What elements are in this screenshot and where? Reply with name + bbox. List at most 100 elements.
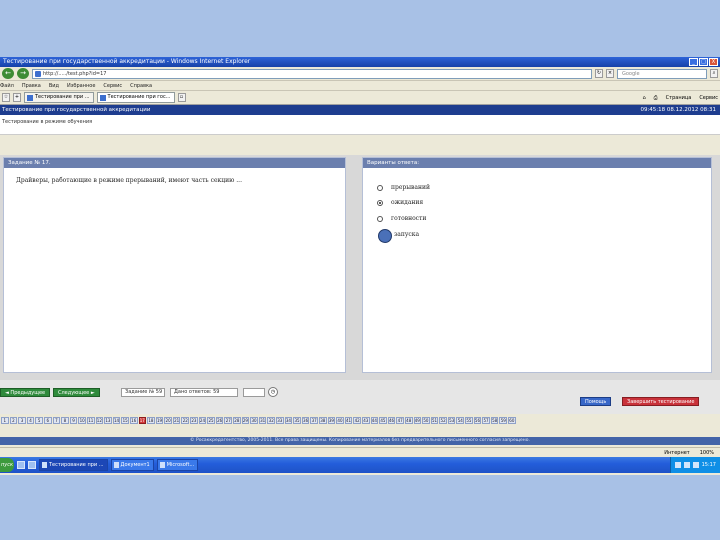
question-number-button[interactable]: 16: [129, 417, 138, 424]
start-button[interactable]: пуск: [0, 458, 14, 472]
question-number-button[interactable]: 27: [224, 417, 233, 424]
question-number-button[interactable]: 28: [233, 417, 241, 424]
question-number-button[interactable]: 46: [387, 417, 396, 424]
close-button[interactable]: X: [709, 58, 718, 66]
question-number-button[interactable]: 2: [9, 417, 18, 424]
question-number-button[interactable]: 38: [318, 417, 327, 424]
question-number-button[interactable]: 53: [447, 417, 456, 424]
question-number-button[interactable]: 12: [95, 417, 104, 424]
quicklaunch-desktop-icon[interactable]: [28, 461, 36, 469]
question-number-button[interactable]: 9: [69, 417, 78, 424]
question-number-button[interactable]: 58: [490, 417, 499, 424]
menu-favorites[interactable]: Избранное: [67, 81, 95, 90]
forward-button[interactable]: →: [17, 68, 29, 79]
menu-edit[interactable]: Правка: [22, 81, 41, 90]
question-number-button[interactable]: 19: [155, 417, 164, 424]
question-number-button[interactable]: 1: [1, 417, 9, 424]
question-number-button[interactable]: 26: [215, 417, 224, 424]
stop-icon[interactable]: ×: [606, 69, 614, 78]
menu-help[interactable]: Справка: [130, 81, 152, 90]
question-number-button[interactable]: 48: [404, 417, 413, 424]
option-1[interactable]: прерываний: [377, 184, 430, 191]
question-number-button[interactable]: 23: [190, 417, 198, 424]
question-number-button[interactable]: 56: [473, 417, 482, 424]
question-number-button[interactable]: 59: [499, 417, 508, 424]
tools-menu[interactable]: Сервис: [699, 95, 718, 101]
question-number-button[interactable]: 39: [327, 417, 336, 424]
prev-button[interactable]: ◄ Предыдущее: [0, 388, 51, 397]
option-2-radio[interactable]: [377, 199, 383, 206]
question-number-button[interactable]: 18: [147, 417, 155, 424]
question-number-button[interactable]: 45: [379, 417, 387, 424]
maximize-button[interactable]: □: [699, 58, 708, 66]
question-number-button[interactable]: 7: [52, 417, 61, 424]
question-number-button[interactable]: 30: [250, 417, 258, 424]
question-number-button[interactable]: 34: [284, 417, 293, 424]
url-input[interactable]: http://...../test.php?id=17: [32, 68, 592, 79]
question-number-button[interactable]: 24: [198, 417, 207, 424]
home-icon[interactable]: ⌂: [642, 95, 645, 101]
question-number-button[interactable]: 3: [18, 417, 26, 424]
menu-file[interactable]: Файл: [0, 81, 14, 90]
question-number-button[interactable]: 22: [181, 417, 190, 424]
menu-view[interactable]: Вид: [49, 81, 59, 90]
question-number-button[interactable]: 55: [465, 417, 473, 424]
refresh-icon[interactable]: ↻: [595, 69, 603, 78]
minimize-button[interactable]: _: [689, 58, 698, 66]
question-number-button[interactable]: 32: [267, 417, 275, 424]
help-button[interactable]: Помощь: [580, 397, 612, 406]
tab-2[interactable]: Тестирование при гос...: [96, 92, 175, 103]
question-number-button[interactable]: 54: [456, 417, 465, 424]
quicklaunch-ie-icon[interactable]: [17, 461, 25, 469]
question-number-button[interactable]: 47: [396, 417, 404, 424]
question-number-button[interactable]: 35: [293, 417, 301, 424]
question-number-button[interactable]: 42: [353, 417, 361, 424]
taskbar-item-ie[interactable]: Тестирование при ...: [39, 459, 108, 471]
next-button[interactable]: Следующее ►: [53, 388, 100, 397]
question-number-button[interactable]: 10: [78, 417, 86, 424]
question-number-button[interactable]: 57: [482, 417, 490, 424]
option-4[interactable]: запуска: [394, 231, 419, 238]
question-number-button[interactable]: 4: [26, 417, 35, 424]
tray-network-icon[interactable]: [674, 462, 681, 468]
question-number-button[interactable]: 43: [361, 417, 370, 424]
search-icon[interactable]: ⌕: [710, 69, 718, 78]
new-tab-button[interactable]: ▫: [177, 93, 186, 102]
question-number-button[interactable]: 60: [508, 417, 516, 424]
zoom-text[interactable]: 100%: [700, 448, 714, 457]
option-1-radio[interactable]: [377, 184, 383, 191]
question-number-button[interactable]: 25: [207, 417, 215, 424]
question-number-button[interactable]: 44: [370, 417, 379, 424]
question-number-button[interactable]: 13: [104, 417, 112, 424]
option-2[interactable]: ожидания: [377, 199, 423, 206]
option-3-radio[interactable]: [377, 215, 383, 222]
print-icon[interactable]: ⎙: [654, 95, 658, 101]
finish-button[interactable]: Завершить тестирование: [622, 397, 700, 406]
question-number-button[interactable]: 8: [61, 417, 69, 424]
question-number-button[interactable]: 41: [344, 417, 353, 424]
question-number-button[interactable]: 6: [43, 417, 52, 424]
question-number-button[interactable]: 36: [301, 417, 310, 424]
option-3[interactable]: готовности: [377, 215, 426, 222]
menu-tools[interactable]: Сервис: [103, 81, 122, 90]
question-number-button[interactable]: 17: [138, 417, 147, 424]
taskbar-item-doc[interactable]: Документ1: [110, 459, 154, 471]
question-number-button[interactable]: 11: [86, 417, 95, 424]
taskbar-item-ms[interactable]: Microsoft...: [156, 459, 199, 471]
question-number-button[interactable]: 33: [276, 417, 284, 424]
question-number-button[interactable]: 29: [241, 417, 250, 424]
tray-volume-icon[interactable]: [683, 462, 690, 468]
search-input[interactable]: Google: [617, 68, 707, 79]
tray-lang-icon[interactable]: [692, 462, 699, 468]
question-number-button[interactable]: 31: [258, 417, 267, 424]
back-button[interactable]: ←: [2, 68, 14, 79]
question-number-button[interactable]: 15: [121, 417, 129, 424]
favorites-star-icon[interactable]: ☆: [2, 93, 10, 102]
add-favorite-icon[interactable]: +: [13, 93, 21, 102]
question-number-button[interactable]: 40: [336, 417, 344, 424]
question-number-button[interactable]: 50: [422, 417, 430, 424]
question-number-button[interactable]: 20: [164, 417, 172, 424]
question-number-button[interactable]: 52: [439, 417, 447, 424]
question-number-button[interactable]: 49: [413, 417, 422, 424]
question-number-button[interactable]: 5: [35, 417, 43, 424]
